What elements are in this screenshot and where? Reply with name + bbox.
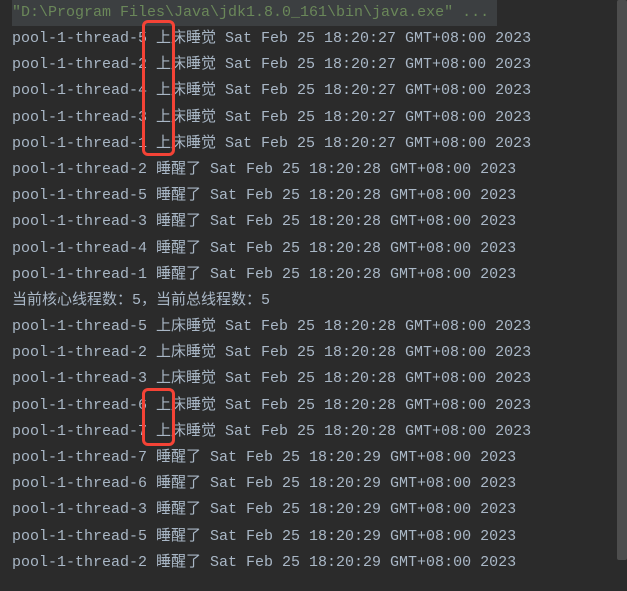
console-line: pool-1-thread-2 睡醒了 Sat Feb 25 18:20:28 … <box>12 157 627 183</box>
console-line: pool-1-thread-4 上床睡觉 Sat Feb 25 18:20:27… <box>12 78 627 104</box>
console-line: 当前核心线程数：5，当前总线程数：5 <box>12 288 627 314</box>
console-line: pool-1-thread-2 睡醒了 Sat Feb 25 18:20:29 … <box>12 550 627 576</box>
console-line: pool-1-thread-1 上床睡觉 Sat Feb 25 18:20:27… <box>12 131 627 157</box>
console-line: pool-1-thread-3 睡醒了 Sat Feb 25 18:20:28 … <box>12 209 627 235</box>
console-line: pool-1-thread-5 睡醒了 Sat Feb 25 18:20:28 … <box>12 183 627 209</box>
console-line: pool-1-thread-2 上床睡觉 Sat Feb 25 18:20:28… <box>12 340 627 366</box>
header-command-line: "D:\Program Files\Java\jdk1.8.0_161\bin\… <box>0 0 627 26</box>
header-command-text: "D:\Program Files\Java\jdk1.8.0_161\bin\… <box>12 4 489 21</box>
console-line: pool-1-thread-7 睡醒了 Sat Feb 25 18:20:29 … <box>12 445 627 471</box>
console-line: pool-1-thread-4 睡醒了 Sat Feb 25 18:20:28 … <box>12 236 627 262</box>
console-line: pool-1-thread-6 上床睡觉 Sat Feb 25 18:20:28… <box>12 393 627 419</box>
console-line: pool-1-thread-1 睡醒了 Sat Feb 25 18:20:28 … <box>12 262 627 288</box>
console-line: pool-1-thread-3 睡醒了 Sat Feb 25 18:20:29 … <box>12 497 627 523</box>
console-line: pool-1-thread-5 上床睡觉 Sat Feb 25 18:20:28… <box>12 314 627 340</box>
console-line: pool-1-thread-5 上床睡觉 Sat Feb 25 18:20:27… <box>12 26 627 52</box>
console-line: pool-1-thread-5 睡醒了 Sat Feb 25 18:20:29 … <box>12 524 627 550</box>
scrollbar-track[interactable] <box>617 0 627 591</box>
console-line: pool-1-thread-3 上床睡觉 Sat Feb 25 18:20:28… <box>12 366 627 392</box>
console-output[interactable]: pool-1-thread-5 上床睡觉 Sat Feb 25 18:20:27… <box>0 26 627 576</box>
console-line: pool-1-thread-6 睡醒了 Sat Feb 25 18:20:29 … <box>12 471 627 497</box>
scrollbar-thumb[interactable] <box>617 0 627 560</box>
console-line: pool-1-thread-3 上床睡觉 Sat Feb 25 18:20:27… <box>12 105 627 131</box>
console-line: pool-1-thread-2 上床睡觉 Sat Feb 25 18:20:27… <box>12 52 627 78</box>
console-line: pool-1-thread-7 上床睡觉 Sat Feb 25 18:20:28… <box>12 419 627 445</box>
